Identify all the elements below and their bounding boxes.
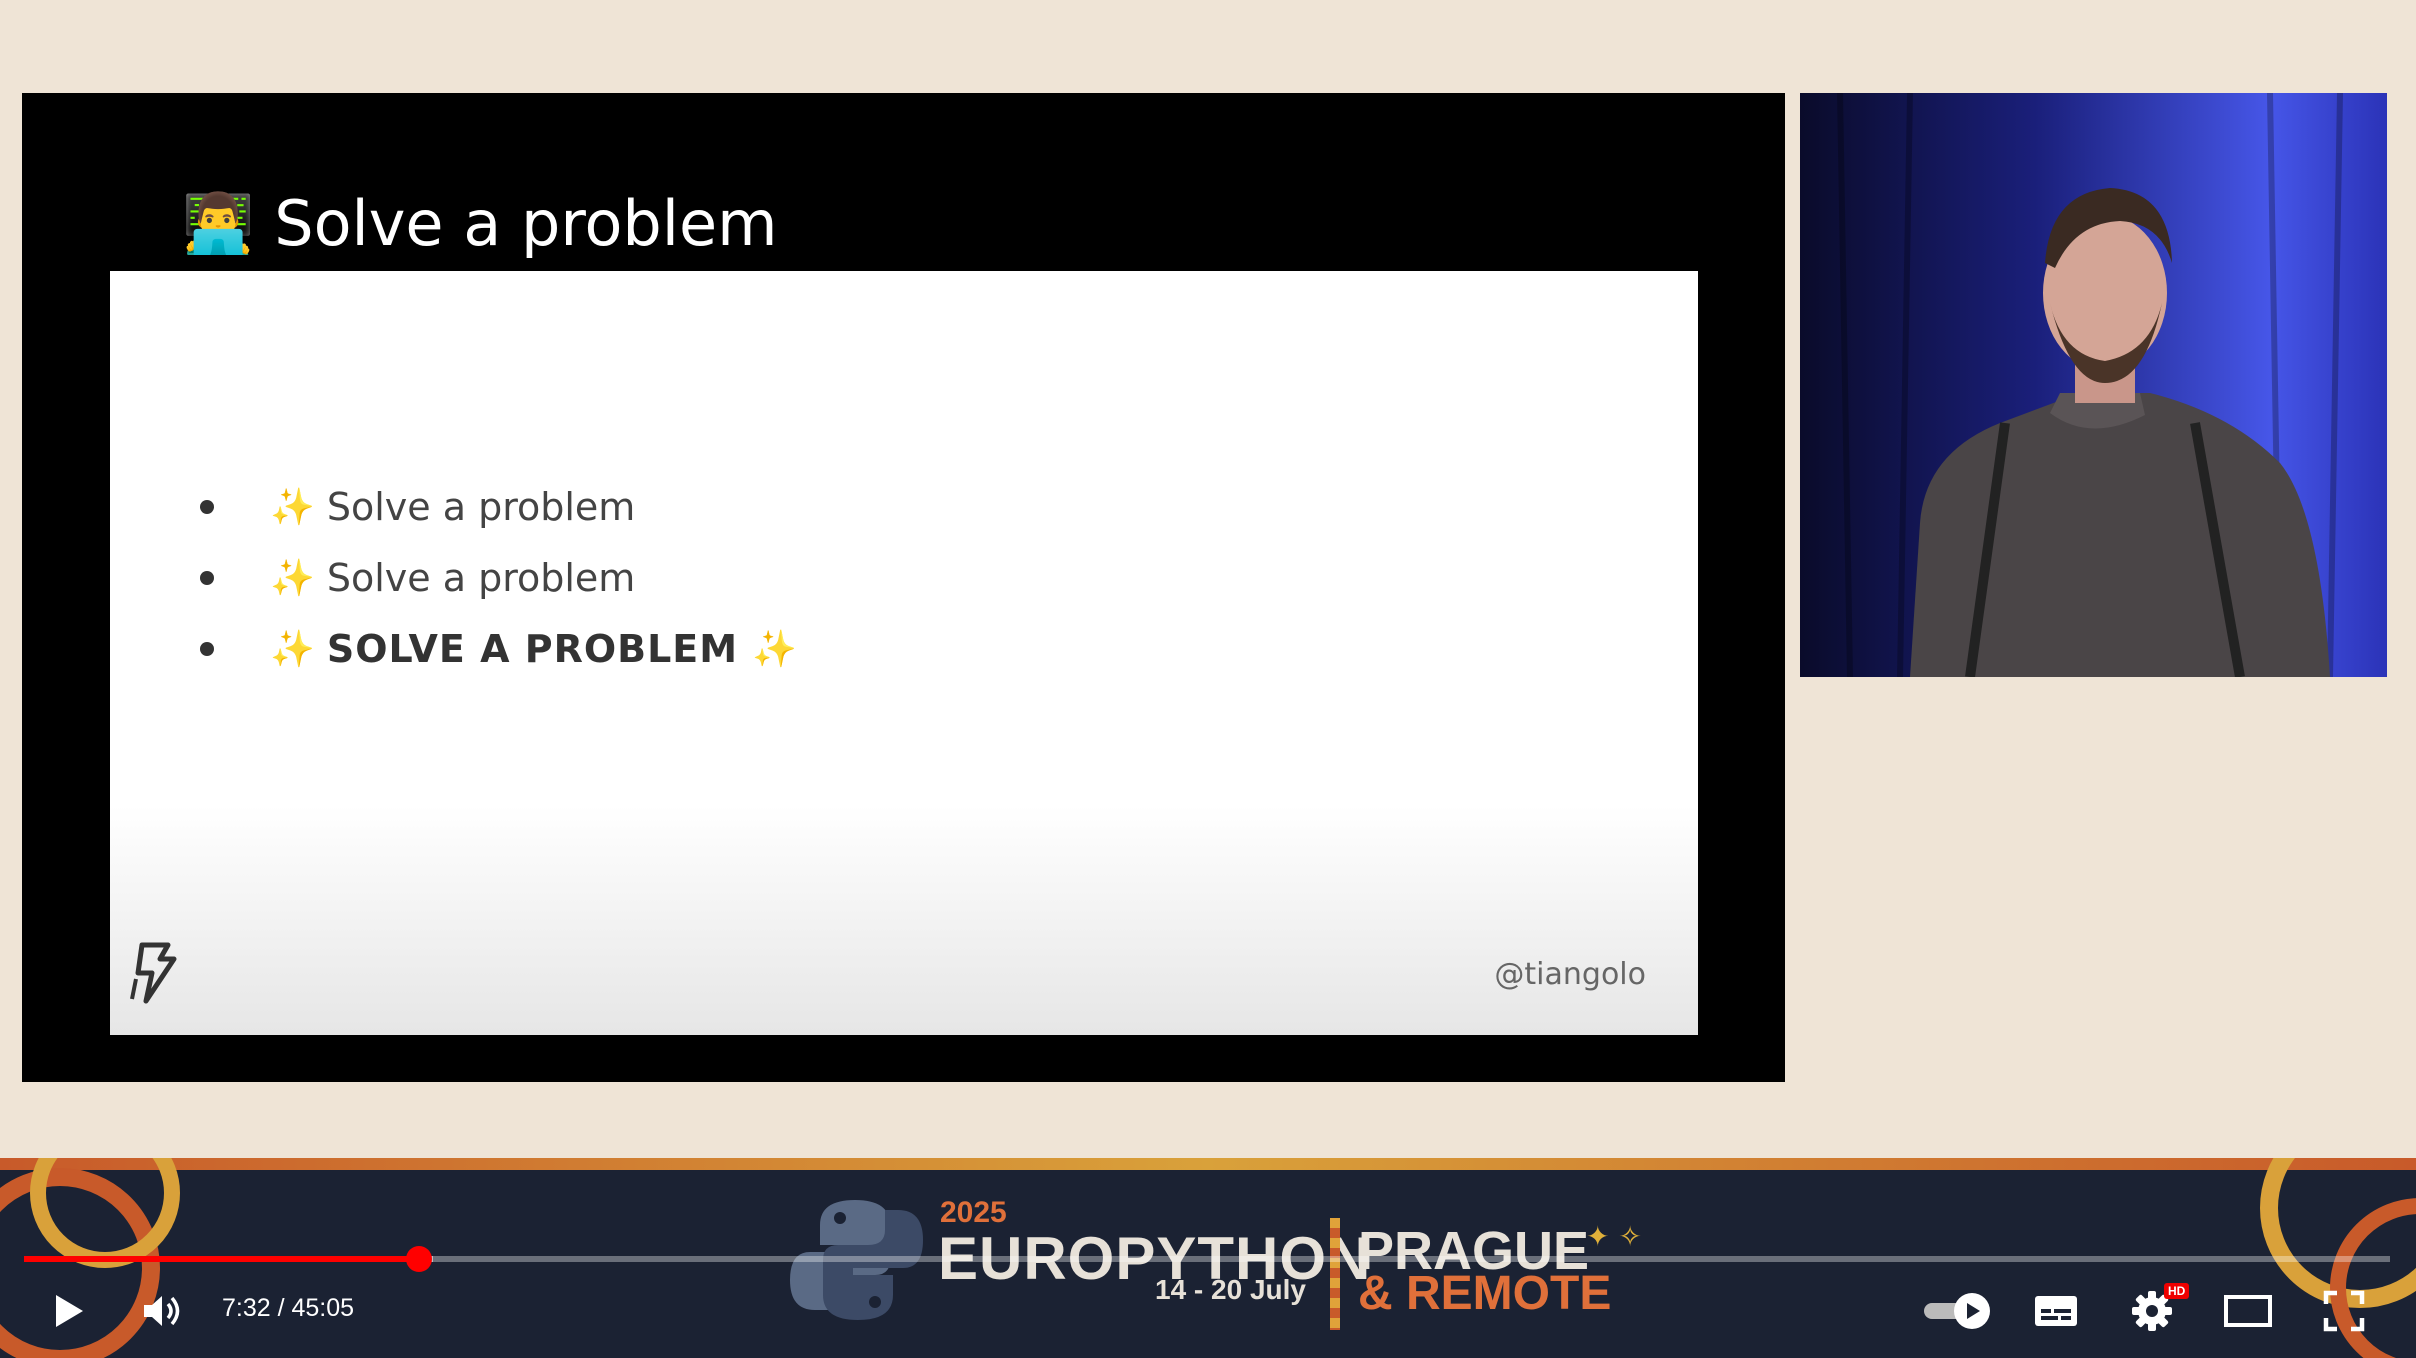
mute-button[interactable]	[138, 1287, 188, 1335]
fullscreen-button[interactable]	[2320, 1287, 2368, 1335]
theater-mode-button[interactable]	[2222, 1287, 2274, 1335]
author-handle: @tiangolo	[1494, 957, 1646, 992]
sparkles-icon: ✨	[752, 628, 797, 670]
bullet-list: ✨ Solve a problem ✨ Solve a problem ✨ SO…	[200, 471, 797, 684]
volume-icon	[144, 1296, 180, 1326]
bullet-dot	[200, 641, 214, 656]
technologist-icon: 👨‍💻	[182, 189, 255, 257]
slide-content: ✨ Solve a problem ✨ Solve a problem ✨ SO…	[110, 271, 1698, 1035]
autoplay-toggle[interactable]	[1918, 1287, 1998, 1335]
sparkles-icon: ✨	[270, 628, 315, 670]
time-display: 7:32 / 45:05	[222, 1294, 355, 1322]
theater-mode-icon	[2224, 1295, 2272, 1327]
play-icon	[56, 1295, 83, 1327]
play-button[interactable]	[46, 1287, 92, 1335]
slide-title: 👨‍💻 Solve a problem	[182, 173, 778, 273]
banner-remote: & REMOTE	[1358, 1267, 1612, 1320]
bullet-text: Solve a problem	[326, 484, 636, 529]
bullet-item: ✨ SOLVE A PROBLEM ✨	[200, 613, 797, 684]
fullscreen-icon	[2323, 1290, 2365, 1332]
sparkles-icon: ✨	[270, 557, 315, 599]
banner-stripe	[0, 1158, 2416, 1170]
progress-scrubber-handle[interactable]	[406, 1246, 433, 1272]
bullet-text: Solve a problem	[326, 555, 636, 600]
bullet-dot	[200, 570, 214, 585]
sparkle-icon: ✦ ✧	[1586, 1220, 1642, 1253]
bullet-text: SOLVE A PROBLEM	[326, 626, 739, 671]
hd-badge: HD	[2164, 1283, 2190, 1299]
bullet-item: ✨ Solve a problem	[200, 471, 797, 542]
sparkles-icon: ✨	[270, 486, 315, 528]
autoplay-toggle-icon	[1924, 1293, 1990, 1329]
presentation-slide: 👨‍💻 Solve a problem ✨ Solve a problem ✨ …	[22, 93, 1785, 1082]
speaker-camera-feed	[1800, 93, 2387, 677]
subtitles-icon	[2035, 1296, 2077, 1326]
banner-separator	[1330, 1218, 1340, 1330]
subtitles-button[interactable]	[2030, 1287, 2082, 1335]
progress-bar[interactable]	[24, 1246, 2390, 1272]
bullet-dot	[200, 499, 214, 514]
slide-title-text: Solve a problem	[274, 186, 778, 260]
speaker-image	[1800, 93, 2387, 677]
bullet-item: ✨ Solve a problem	[200, 542, 797, 613]
banner-dates: 14 - 20 July	[1155, 1274, 1306, 1305]
progress-played	[24, 1256, 420, 1262]
fastapi-logo-icon	[130, 942, 177, 1004]
